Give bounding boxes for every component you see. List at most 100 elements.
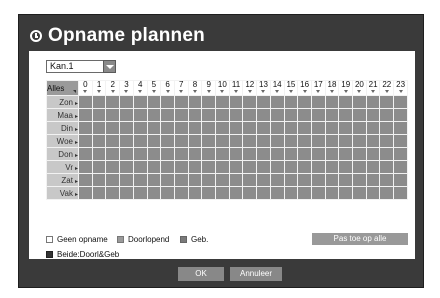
hour-header-15[interactable]: 15 bbox=[283, 80, 299, 96]
schedule-cell[interactable] bbox=[338, 173, 354, 187]
schedule-cell[interactable] bbox=[242, 147, 258, 161]
schedule-cell[interactable] bbox=[393, 95, 408, 109]
schedule-cell[interactable] bbox=[105, 134, 121, 148]
schedule-cell[interactable] bbox=[160, 186, 175, 200]
schedule-cell[interactable] bbox=[105, 147, 121, 161]
schedule-cell[interactable] bbox=[365, 121, 381, 135]
schedule-cell[interactable] bbox=[365, 186, 381, 200]
schedule-cell[interactable] bbox=[146, 186, 162, 200]
schedule-cell[interactable] bbox=[242, 108, 258, 122]
schedule-cell[interactable] bbox=[173, 121, 189, 135]
hour-header-8[interactable]: 8 bbox=[187, 80, 203, 96]
schedule-cell[interactable] bbox=[160, 147, 175, 161]
schedule-cell[interactable] bbox=[297, 134, 312, 148]
schedule-cell[interactable] bbox=[283, 173, 299, 187]
schedule-cell[interactable] bbox=[91, 134, 107, 148]
hour-header-21[interactable]: 21 bbox=[365, 80, 381, 96]
schedule-cell[interactable] bbox=[269, 121, 285, 135]
hour-header-19[interactable]: 19 bbox=[338, 80, 354, 96]
schedule-cell[interactable] bbox=[228, 95, 244, 109]
schedule-cell[interactable] bbox=[78, 121, 93, 135]
schedule-cell[interactable] bbox=[201, 186, 217, 200]
schedule-cell[interactable] bbox=[297, 173, 312, 187]
schedule-cell[interactable] bbox=[297, 186, 312, 200]
schedule-cell[interactable] bbox=[379, 134, 395, 148]
schedule-cell[interactable] bbox=[132, 134, 148, 148]
schedule-cell[interactable] bbox=[338, 186, 354, 200]
ok-button[interactable]: OK bbox=[178, 267, 224, 281]
schedule-cell[interactable] bbox=[160, 108, 175, 122]
schedule-cell[interactable] bbox=[352, 121, 367, 135]
hour-header-9[interactable]: 9 bbox=[201, 80, 217, 96]
hour-header-13[interactable]: 13 bbox=[256, 80, 271, 96]
hour-header-14[interactable]: 14 bbox=[269, 80, 285, 96]
schedule-cell[interactable] bbox=[379, 186, 395, 200]
schedule-cell[interactable] bbox=[187, 160, 203, 174]
schedule-cell[interactable] bbox=[256, 134, 271, 148]
schedule-cell[interactable] bbox=[132, 160, 148, 174]
day-label-zat[interactable]: Zat ▸ bbox=[46, 173, 79, 187]
schedule-cell[interactable] bbox=[352, 108, 367, 122]
schedule-cell[interactable] bbox=[91, 160, 107, 174]
day-label-vr[interactable]: Vr ▸ bbox=[46, 160, 79, 174]
schedule-cell[interactable] bbox=[119, 134, 134, 148]
schedule-cell[interactable] bbox=[338, 108, 354, 122]
schedule-cell[interactable] bbox=[187, 147, 203, 161]
schedule-cell[interactable] bbox=[105, 95, 121, 109]
schedule-cell[interactable] bbox=[91, 186, 107, 200]
schedule-cell[interactable] bbox=[310, 134, 326, 148]
schedule-cell[interactable] bbox=[173, 173, 189, 187]
schedule-cell[interactable] bbox=[338, 121, 354, 135]
hour-header-1[interactable]: 1 bbox=[91, 80, 107, 96]
schedule-cell[interactable] bbox=[310, 95, 326, 109]
schedule-cell[interactable] bbox=[310, 121, 326, 135]
schedule-cell[interactable] bbox=[215, 160, 230, 174]
schedule-cell[interactable] bbox=[393, 173, 408, 187]
schedule-cell[interactable] bbox=[269, 186, 285, 200]
schedule-cell[interactable] bbox=[379, 121, 395, 135]
hour-header-7[interactable]: 7 bbox=[173, 80, 189, 96]
schedule-cell[interactable] bbox=[338, 147, 354, 161]
schedule-cell[interactable] bbox=[379, 173, 395, 187]
schedule-cell[interactable] bbox=[338, 134, 354, 148]
schedule-cell[interactable] bbox=[310, 160, 326, 174]
apply-to-all-button[interactable]: Pas toe op alle bbox=[312, 233, 408, 245]
day-label-zon[interactable]: Zon ▸ bbox=[46, 95, 79, 109]
hour-header-2[interactable]: 2 bbox=[105, 80, 121, 96]
schedule-cell[interactable] bbox=[105, 173, 121, 187]
schedule-cell[interactable] bbox=[132, 147, 148, 161]
schedule-cell[interactable] bbox=[393, 108, 408, 122]
schedule-cell[interactable] bbox=[173, 95, 189, 109]
schedule-cell[interactable] bbox=[91, 108, 107, 122]
schedule-cell[interactable] bbox=[393, 121, 408, 135]
schedule-cell[interactable] bbox=[119, 147, 134, 161]
schedule-cell[interactable] bbox=[256, 147, 271, 161]
schedule-cell[interactable] bbox=[119, 95, 134, 109]
schedule-cell[interactable] bbox=[379, 95, 395, 109]
schedule-cell[interactable] bbox=[78, 108, 93, 122]
schedule-cell[interactable] bbox=[256, 173, 271, 187]
day-label-woe[interactable]: Woe ▸ bbox=[46, 134, 79, 148]
schedule-cell[interactable] bbox=[338, 160, 354, 174]
schedule-cell[interactable] bbox=[352, 147, 367, 161]
schedule-cell[interactable] bbox=[352, 186, 367, 200]
schedule-cell[interactable] bbox=[283, 134, 299, 148]
schedule-cell[interactable] bbox=[119, 160, 134, 174]
day-label-din[interactable]: Din ▸ bbox=[46, 121, 79, 135]
schedule-cell[interactable] bbox=[215, 134, 230, 148]
schedule-cell[interactable] bbox=[283, 121, 299, 135]
hour-header-22[interactable]: 22 bbox=[379, 80, 395, 96]
hour-header-12[interactable]: 12 bbox=[242, 80, 258, 96]
schedule-cell[interactable] bbox=[173, 108, 189, 122]
schedule-cell[interactable] bbox=[379, 108, 395, 122]
schedule-cell[interactable] bbox=[132, 95, 148, 109]
schedule-cell[interactable] bbox=[310, 173, 326, 187]
schedule-cell[interactable] bbox=[146, 121, 162, 135]
schedule-cell[interactable] bbox=[160, 134, 175, 148]
schedule-cell[interactable] bbox=[187, 95, 203, 109]
schedule-cell[interactable] bbox=[201, 95, 217, 109]
chevron-down-icon[interactable] bbox=[103, 60, 116, 73]
schedule-cell[interactable] bbox=[269, 147, 285, 161]
schedule-cell[interactable] bbox=[256, 160, 271, 174]
schedule-cell[interactable] bbox=[283, 186, 299, 200]
